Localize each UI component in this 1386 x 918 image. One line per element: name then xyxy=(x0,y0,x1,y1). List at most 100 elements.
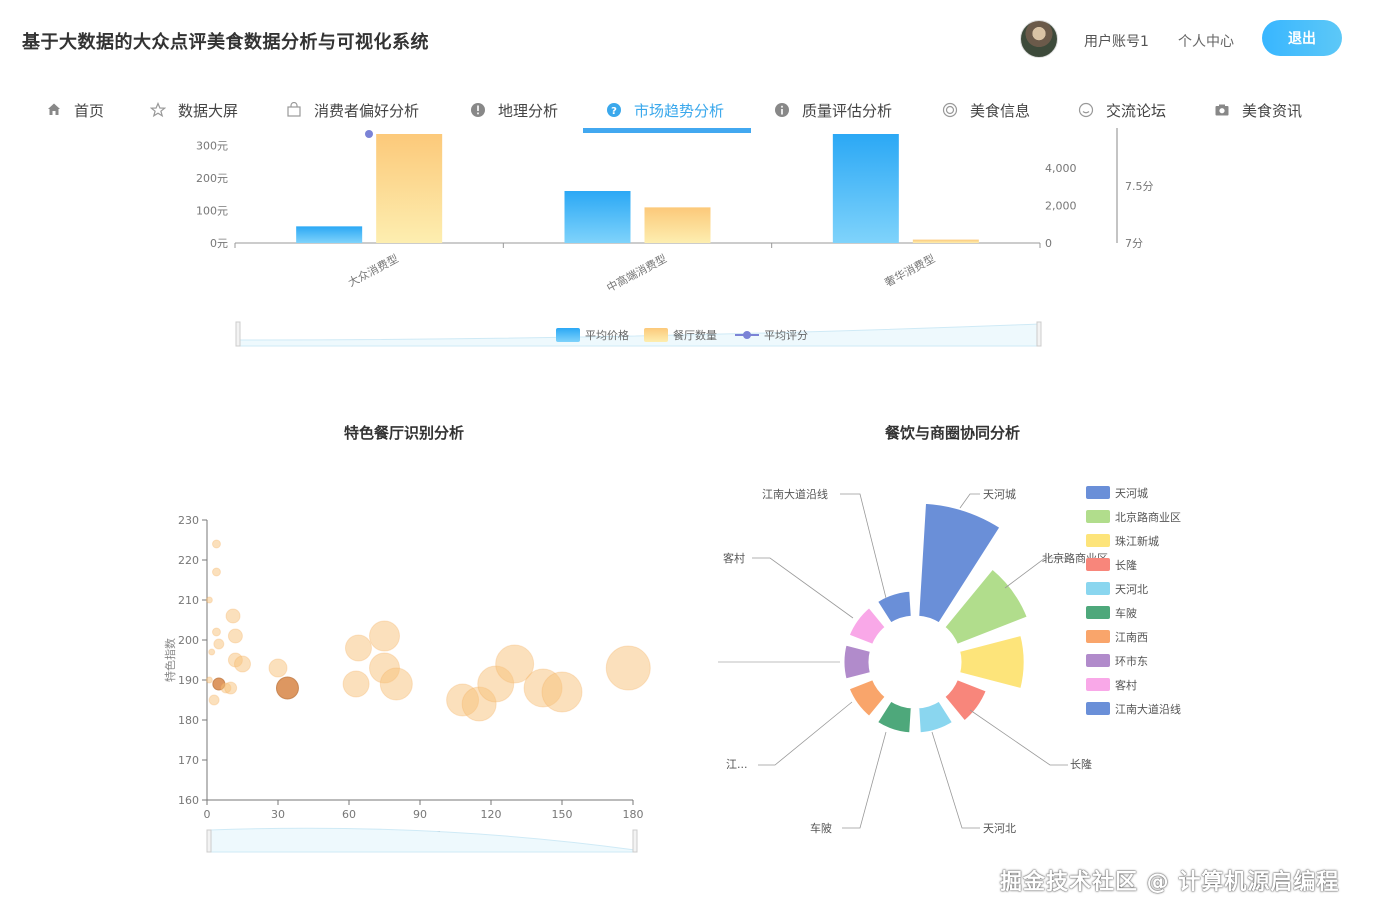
nav-item-label: 美食信息 xyxy=(970,101,1031,120)
rose-slice xyxy=(916,698,956,736)
bar-avg-price xyxy=(832,134,899,243)
callout-line xyxy=(758,701,853,766)
app-header: 基于大数据的大众点评美食数据分析与可视化系统 用户账号1 个人中心 退出 xyxy=(0,0,1386,80)
legend-swatch-count xyxy=(644,328,668,342)
legend-label: 长隆 xyxy=(1115,558,1137,572)
rose-slice xyxy=(874,698,914,736)
legend-label: 客村 xyxy=(1115,678,1137,692)
score-point xyxy=(365,130,373,138)
watermark: 掘金技术社区 @ 计算机源启编程 xyxy=(1000,870,1340,895)
callout-label: 客村 xyxy=(723,551,745,565)
legend-swatch-price xyxy=(556,328,580,342)
nav-item-food-news[interactable]: 美食资讯 xyxy=(1214,88,1302,132)
smile-icon xyxy=(1078,102,1094,118)
y-axis-label: 特色指数 xyxy=(163,638,177,682)
star-icon xyxy=(149,101,167,118)
rose-slice xyxy=(957,632,1027,692)
y-left-tick-label: 0元 xyxy=(210,237,228,250)
y-tick-label: 160 xyxy=(178,794,199,807)
legend-label: 珠江新城 xyxy=(1115,534,1159,548)
x-tick-label: 90 xyxy=(413,808,427,821)
y-mid-tick-label: 2,000 xyxy=(1045,200,1077,213)
nav-item-label: 市场趋势分析 xyxy=(634,101,725,120)
y-mid-tick-label: 4,000 xyxy=(1045,162,1077,175)
zoom-handle-right xyxy=(1036,321,1042,347)
zoom-handle-left xyxy=(206,829,212,853)
y-left-tick-label: 200元 xyxy=(196,172,228,185)
rose-slice xyxy=(874,588,914,626)
zoom-handle-right xyxy=(632,829,638,853)
x-category-label: 中高端消费型 xyxy=(604,251,669,294)
legend-swatch xyxy=(1086,606,1110,619)
nav-item-market-trend[interactable]: ? 市场趋势分析 xyxy=(606,88,724,132)
y-tick-label: 190 xyxy=(178,674,199,687)
bar-restaurant-count xyxy=(376,134,443,243)
y-tick-label: 200 xyxy=(178,634,199,647)
scatter-point xyxy=(275,676,299,700)
x-category-label: 大众消费型 xyxy=(345,251,400,289)
nav-item-quality-assessment[interactable]: 质量评估分析 xyxy=(774,88,892,132)
x-tick-label: 150 xyxy=(552,808,573,821)
callout-label: 车陂 xyxy=(810,821,832,835)
legend-marker-score xyxy=(743,331,751,339)
profile-link[interactable]: 个人中心 xyxy=(1178,31,1234,51)
scatter-point xyxy=(344,634,372,662)
zoom-slider-area xyxy=(209,827,636,853)
rose-slice xyxy=(841,642,873,682)
x-tick-label: 60 xyxy=(342,808,356,821)
scatter-point xyxy=(211,627,221,637)
feature-restaurant-scatter-chart: 0 30 60 90 120 150 180 160 170 180 190 200 210 220 230… xyxy=(163,514,651,853)
x-tick-label: 180 xyxy=(623,808,644,821)
y-tick-label: 210 xyxy=(178,594,199,607)
y-tick-label: 220 xyxy=(178,554,199,567)
legend-label: 餐厅数量 xyxy=(673,328,717,342)
avatar[interactable] xyxy=(1020,20,1058,58)
callout-label: 江... xyxy=(726,758,748,771)
legend-swatch xyxy=(1086,654,1110,667)
x-tick-label: 30 xyxy=(271,808,285,821)
y-right-tick-label: 7分 xyxy=(1125,237,1143,250)
scatter-point xyxy=(227,628,243,644)
svg-text:?: ? xyxy=(611,106,617,117)
scatter-point xyxy=(379,667,413,701)
nav-item-geo-analysis[interactable]: 地理分析 xyxy=(470,88,558,132)
legend-swatch xyxy=(1086,678,1110,691)
legend-swatch xyxy=(1086,534,1110,547)
nav-item-label: 数据大屏 xyxy=(178,101,239,120)
consumption-type-bar-chart: 0元 100元 200元 300元 0 2,000 4,000 7分 7.5分大众消费型 中高端消… xyxy=(196,128,1154,347)
legend-label: 平均评分 xyxy=(764,329,808,342)
user-account-name[interactable]: 用户账号1 xyxy=(1084,31,1149,51)
legend-label: 天河北 xyxy=(1115,583,1148,596)
legend-label: 天河城 xyxy=(1115,487,1148,500)
nav-item-consumer-preference[interactable]: 消费者偏好分析 xyxy=(286,88,419,132)
scatter-point xyxy=(369,620,400,652)
scatter-point xyxy=(213,638,225,650)
scatter-point xyxy=(342,670,370,698)
callout-label: 江南大道沿线 xyxy=(762,487,828,501)
nav-item-data-screen[interactable]: 数据大屏 xyxy=(149,88,239,132)
nav-item-label: 地理分析 xyxy=(498,101,559,120)
y-tick-label: 230 xyxy=(178,514,199,527)
rose-slice xyxy=(846,676,888,720)
legend-label: 江南大道沿线 xyxy=(1115,702,1181,716)
callout-label: 天河城 xyxy=(983,488,1016,501)
question-icon: ? xyxy=(606,102,622,118)
callout-line xyxy=(752,557,854,619)
bar-restaurant-count xyxy=(912,239,979,243)
nav-item-label: 消费者偏好分析 xyxy=(314,101,420,120)
scatter-point xyxy=(211,539,221,549)
scatter-point xyxy=(225,608,241,624)
nav-item-home[interactable]: 首页 xyxy=(46,88,104,132)
legend-swatch xyxy=(1086,486,1110,499)
x-category-label: 奢华消费型 xyxy=(882,251,937,289)
app-title: 基于大数据的大众点评美食数据分析与可视化系统 xyxy=(22,32,429,53)
legend-swatch xyxy=(1086,582,1110,595)
callout-line xyxy=(969,709,1068,766)
nav-item-food-info[interactable]: 美食信息 xyxy=(942,88,1030,132)
logout-button[interactable]: 退出 xyxy=(1262,20,1342,56)
y-mid-tick-label: 0 xyxy=(1045,237,1052,250)
nav-item-forum[interactable]: 交流论坛 xyxy=(1078,88,1166,132)
scatter-point xyxy=(224,681,238,695)
business-district-rose-chart: 天河城北京路商业区长隆天河北车陂江...客村江南大道沿线 天河城北京路商业区珠江新… xyxy=(718,486,1181,835)
callout-label: 长隆 xyxy=(1070,757,1092,771)
